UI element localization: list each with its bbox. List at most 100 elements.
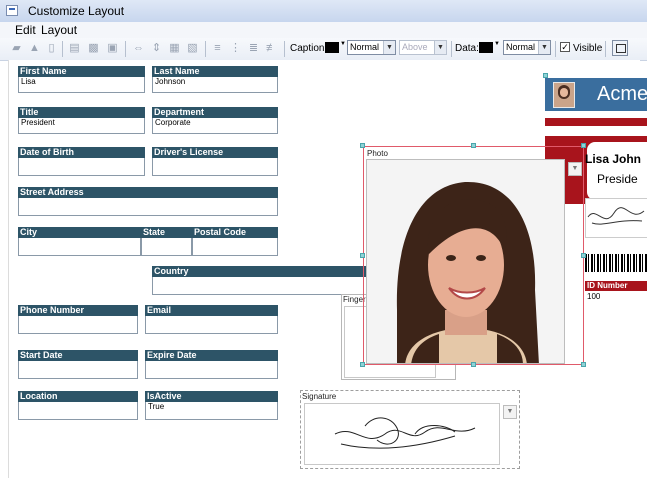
align-bottom-icon[interactable]: ▣ — [106, 42, 119, 55]
email-caption: Email — [145, 305, 278, 316]
signature-scribble — [334, 417, 476, 449]
start-date-field[interactable]: Start Date — [18, 350, 138, 379]
last-name-field[interactable]: Last Name Johnson — [152, 66, 278, 93]
city-caption: City — [18, 227, 141, 238]
signature-image — [304, 403, 500, 465]
card-resize-handle[interactable] — [543, 73, 548, 78]
email-value[interactable] — [145, 316, 278, 334]
location-caption: Location — [18, 391, 138, 402]
street-address-field[interactable]: Street Address — [18, 187, 278, 216]
data-color-swatch[interactable] — [479, 42, 493, 53]
first-name-field[interactable]: First Name Lisa — [18, 66, 145, 93]
card-photo-thumbnail — [553, 82, 575, 108]
city-value[interactable] — [18, 238, 141, 256]
first-name-value[interactable]: Lisa — [18, 77, 145, 93]
is-active-field[interactable]: IsActive True — [145, 391, 278, 420]
data-color-dropdown-icon[interactable]: ▼ — [494, 41, 500, 47]
is-active-value[interactable]: True — [145, 402, 278, 420]
expire-date-value[interactable] — [145, 361, 278, 379]
location-field[interactable]: Location — [18, 391, 138, 420]
align-right-icon[interactable]: ▯ — [45, 42, 58, 55]
title-value[interactable]: President — [18, 118, 145, 134]
state-value[interactable] — [141, 238, 192, 256]
resize-handle-bottom-left[interactable] — [360, 362, 365, 367]
data-font-select[interactable]: Normal ▼ — [503, 40, 551, 55]
is-active-caption: IsActive — [145, 391, 278, 402]
visible-checkbox[interactable]: ✓ — [560, 42, 570, 52]
department-field[interactable]: Department Corporate — [152, 107, 278, 134]
caption-font-select[interactable]: Normal ▼ — [347, 40, 396, 55]
city-field[interactable]: City — [18, 227, 141, 256]
photo-caption: Photo — [367, 149, 388, 158]
card-red-stripe — [545, 118, 647, 126]
expire-date-field[interactable]: Expire Date — [145, 350, 278, 379]
department-value[interactable]: Corporate — [152, 118, 278, 134]
street-address-value[interactable] — [18, 198, 278, 216]
card-person-title: Preside — [597, 172, 638, 186]
photo-dropdown-button[interactable]: ▼ — [568, 162, 582, 176]
resize-handle-top-right[interactable] — [581, 143, 586, 148]
align-middle-icon[interactable]: ▩ — [87, 42, 100, 55]
date-of-birth-value[interactable] — [18, 158, 145, 176]
menu-layout[interactable]: Layout — [41, 23, 77, 37]
resize-handle-top[interactable] — [471, 143, 476, 148]
toolbar: ▰ ▲ ▯ ▤ ▩ ▣ ⇔ ⇕ ▦ ▧ ≡ ⋮ ≣ ≢ Caption: ▼ N… — [0, 38, 647, 61]
decrease-spacing-icon[interactable]: ≢ — [265, 42, 278, 55]
horizontal-spacing-icon[interactable]: ≡ — [211, 42, 224, 55]
vertical-spacing-icon[interactable]: ⋮ — [229, 42, 242, 55]
align-top-icon[interactable]: ▤ — [68, 42, 81, 55]
toolbar-separator — [205, 41, 206, 57]
card-company-name: Acme — [597, 83, 647, 105]
card-id-value: 100 — [587, 292, 601, 301]
title-caption: Title — [18, 107, 145, 118]
caption-position-select[interactable]: Above ▼ — [399, 40, 447, 55]
resize-handle-right[interactable] — [581, 253, 586, 258]
chevron-down-icon: ▼ — [434, 41, 446, 54]
align-center-icon[interactable]: ▲ — [28, 42, 41, 55]
postal-code-value[interactable] — [192, 238, 278, 256]
toolbar-separator — [125, 41, 126, 57]
window-icon — [6, 5, 18, 16]
same-size-icon[interactable]: ▦ — [168, 42, 181, 55]
align-left-icon[interactable]: ▰ — [10, 42, 23, 55]
postal-code-field[interactable]: Postal Code — [192, 227, 278, 256]
start-date-value[interactable] — [18, 361, 138, 379]
toolbar-separator — [555, 41, 556, 57]
title-field[interactable]: Title President — [18, 107, 145, 134]
same-width-icon[interactable]: ⇔ — [132, 42, 145, 55]
last-name-value[interactable]: Johnson — [152, 77, 278, 93]
date-of-birth-caption: Date of Birth — [18, 147, 145, 158]
card-person-name: Lisa John — [585, 152, 642, 166]
location-value[interactable] — [18, 402, 138, 420]
email-field[interactable]: Email — [145, 305, 278, 334]
drivers-license-value[interactable] — [152, 158, 278, 176]
increase-spacing-icon[interactable]: ≣ — [247, 42, 260, 55]
photo-image — [366, 159, 565, 364]
resize-handle-bottom-right[interactable] — [581, 362, 586, 367]
resize-handle-top-left[interactable] — [360, 143, 365, 148]
menu-edit[interactable]: Edit — [15, 23, 36, 37]
card-signature-scribble — [587, 207, 645, 225]
department-caption: Department — [152, 107, 278, 118]
caption-color-swatch[interactable] — [325, 42, 339, 53]
properties-icon[interactable] — [612, 40, 628, 56]
resize-handle-bottom[interactable] — [471, 362, 476, 367]
last-name-caption: Last Name — [152, 66, 278, 77]
resize-handle-left[interactable] — [360, 253, 365, 258]
window-title: Customize Layout — [28, 4, 125, 18]
signature-dropdown-button[interactable]: ▼ — [503, 405, 517, 419]
same-height-icon[interactable]: ⇕ — [150, 42, 163, 55]
signature-box[interactable]: Signature ▼ — [300, 390, 520, 469]
phone-number-field[interactable]: Phone Number — [18, 305, 138, 334]
data-label: Data: — [455, 43, 479, 54]
phone-number-value[interactable] — [18, 316, 138, 334]
signature-caption: Signature — [302, 392, 337, 401]
state-field[interactable]: State — [141, 227, 192, 256]
date-of-birth-field[interactable]: Date of Birth — [18, 147, 145, 176]
menu-bar: Edit Layout — [0, 22, 647, 38]
photo-box[interactable]: Photo ▼ — [363, 146, 584, 365]
portrait-photo — [367, 160, 564, 363]
drivers-license-field[interactable]: Driver's License — [152, 147, 278, 176]
caption-color-dropdown-icon[interactable]: ▼ — [340, 41, 346, 47]
size-to-fit-icon[interactable]: ▧ — [186, 42, 199, 55]
